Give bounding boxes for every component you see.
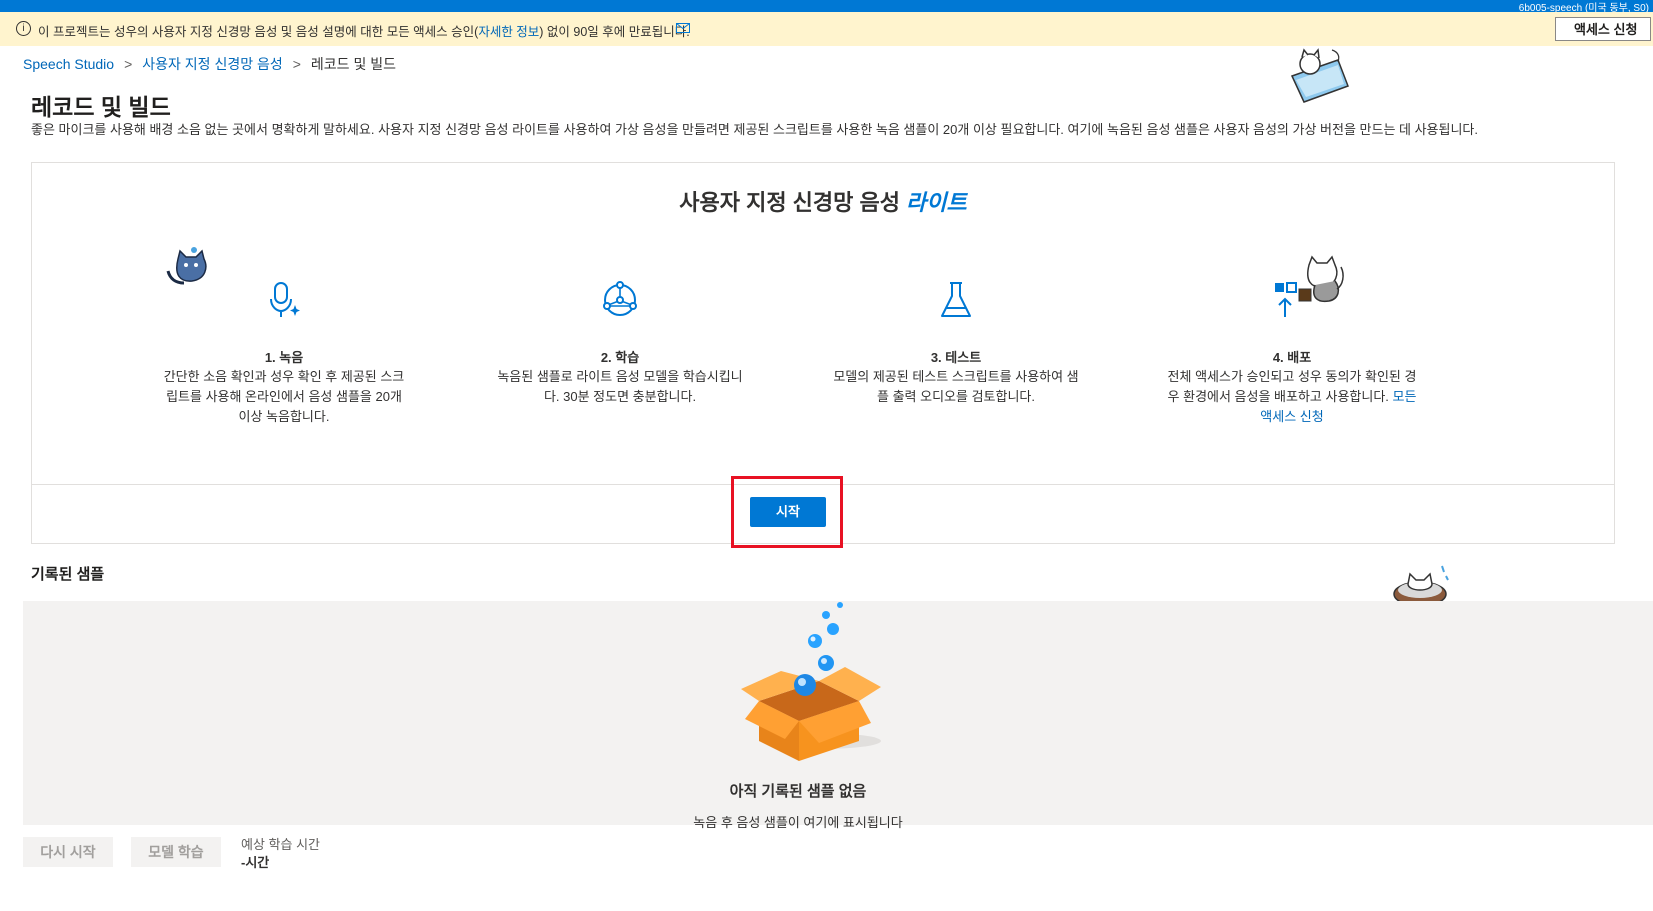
step-description: 간단한 소음 확인과 성우 확인 후 제공된 스크립트를 사용해 온라인에서 음… — [163, 369, 405, 424]
empty-state-title: 아직 기록된 샘플 없음 — [729, 783, 867, 800]
start-button[interactable]: 시작 — [750, 497, 826, 527]
train-model-button[interactable]: 모델 학습 — [131, 837, 221, 867]
breadcrumb-separator: > — [292, 56, 301, 72]
breadcrumb-current: 레코드 및 빌드 — [310, 56, 396, 72]
breadcrumb-speech-studio[interactable]: Speech Studio — [23, 56, 114, 72]
banner-text-end: ) 없이 90일 후에 만료됩니다. — [539, 25, 690, 39]
page-title: 레코드 및 빌드 — [31, 94, 171, 120]
top-bar: 6b005-speech (미국 동부, S0) — [0, 0, 1653, 14]
card-title-accent: 라이트 — [906, 190, 967, 215]
estimate-value: -시간 — [241, 855, 270, 870]
empty-state-subtitle: 녹음 후 음성 샘플이 여기에 표시됩니다 — [693, 815, 903, 830]
empty-box-illustration — [741, 602, 881, 761]
step-title: 3. 테스트 — [930, 350, 982, 365]
page-description: 좋은 마이크를 사용해 배경 소음 없는 곳에서 명확하게 말하세요. 사용자 … — [31, 122, 1479, 137]
estimate-label: 예상 학습 시간 — [241, 837, 320, 852]
cat-sticker — [1298, 255, 1344, 303]
mail-icon[interactable] — [676, 23, 690, 33]
microphone-sparkle-icon — [270, 282, 300, 317]
step-description: 모델의 제공된 테스트 스크립트를 사용하여 샘플 출력 오디오를 검토합니다. — [833, 369, 1079, 404]
cat-sleeping-sticker — [1290, 48, 1349, 103]
breadcrumb-separator: > — [124, 56, 133, 72]
info-icon: i — [16, 21, 31, 36]
step-title: 1. 녹음 — [264, 350, 304, 365]
step-title: 2. 학습 — [600, 350, 640, 365]
request-access-button[interactable]: 액세스 신청 — [1555, 17, 1651, 41]
restart-button[interactable]: 다시 시작 — [23, 837, 113, 867]
step-description: 녹음된 샘플로 라이트 음성 모델을 학습시킵니다. 30분 정도면 충분합니다… — [497, 369, 743, 404]
breadcrumb: Speech Studio > 사용자 지정 신경망 음성 > 레코드 및 빌드 — [23, 54, 396, 74]
banner-message: 이 프로젝트는 성우의 사용자 지정 신경망 음성 및 음성 설명에 대한 모든… — [38, 21, 690, 40]
breadcrumb-custom-neural-voice[interactable]: 사용자 지정 신경망 음성 — [142, 56, 282, 72]
network-icon — [603, 281, 637, 316]
step-title: 4. 배포 — [1272, 350, 1312, 365]
learn-more-link[interactable]: 자세한 정보 — [478, 25, 539, 39]
recorded-samples-title: 기록된 샘플 — [31, 566, 105, 583]
flask-icon — [941, 282, 971, 317]
expiry-banner: i 이 프로젝트는 성우의 사용자 지정 신경망 음성 및 음성 설명에 대한 … — [0, 12, 1653, 46]
empty-samples-area: 아직 기록된 샘플 없음 녹음 후 음성 샘플이 여기에 표시됩니다 — [23, 601, 1653, 830]
card-title: 사용자 지정 신경망 음성 라이트 — [32, 185, 1614, 217]
banner-text: 이 프로젝트는 성우의 사용자 지정 신경망 음성 및 음성 설명에 대한 모든… — [38, 25, 479, 39]
cat-sticker — [166, 247, 207, 285]
step-description-text: 전체 액세스가 승인되고 성우 동의가 확인된 경우 환경에서 음성을 배포하고… — [1167, 369, 1417, 404]
card-title-text: 사용자 지정 신경망 음성 — [679, 190, 900, 215]
step-description: 전체 액세스가 승인되고 성우 동의가 확인된 경우 환경에서 음성을 배포하고… — [1167, 367, 1417, 427]
